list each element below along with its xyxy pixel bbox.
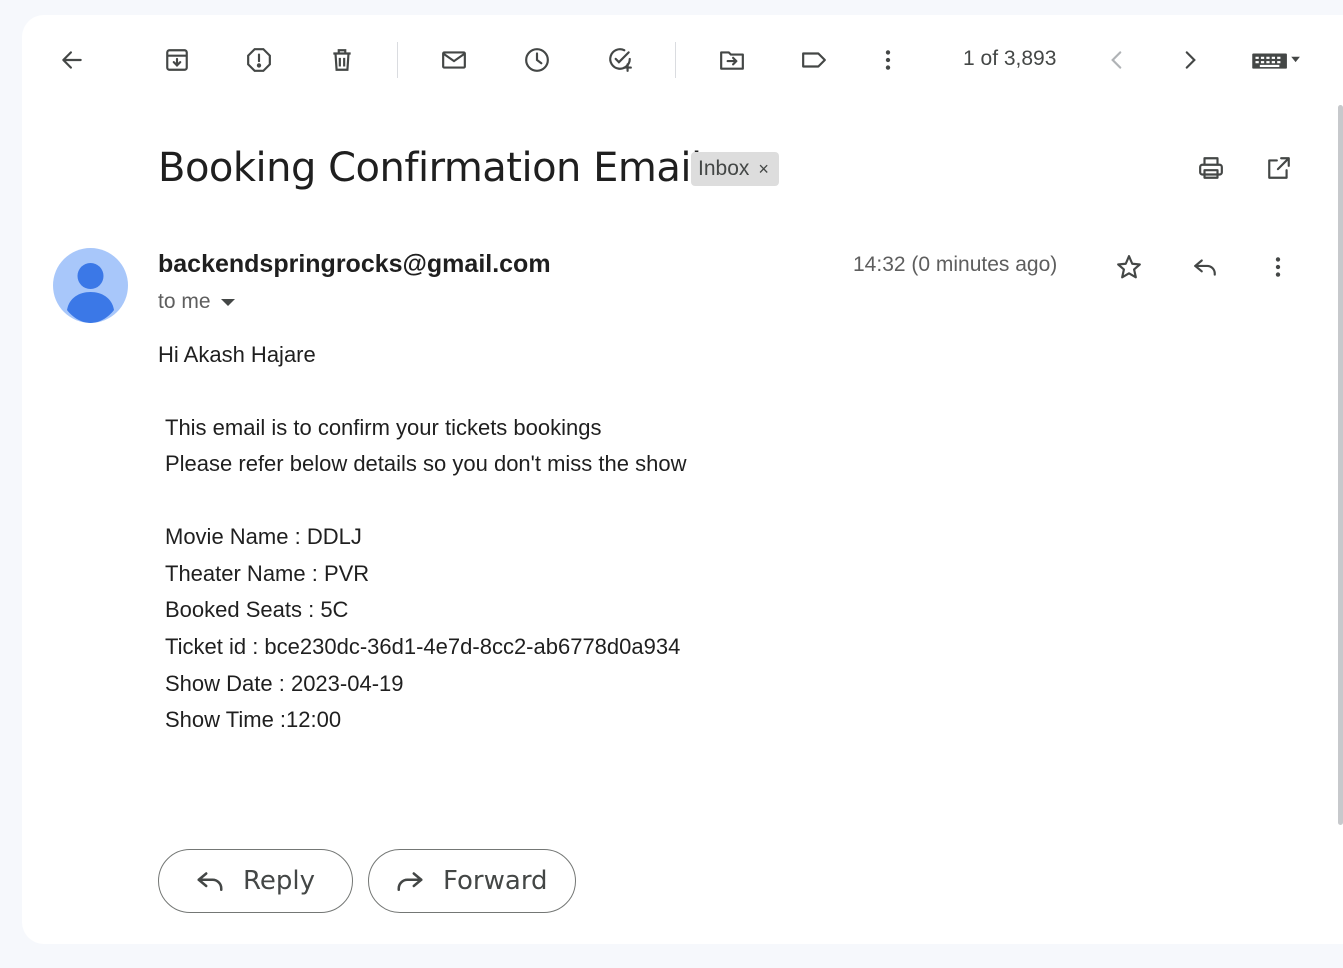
report-spam-icon[interactable] [239, 40, 279, 80]
reply-button[interactable]: Reply [158, 849, 353, 913]
archive-icon[interactable] [157, 40, 197, 80]
toolbar-separator [675, 42, 676, 78]
email-body-line: Please refer below details so you don't … [165, 451, 687, 476]
email-body-line: Movie Name : DDLJ [165, 524, 362, 549]
inbox-label-chip[interactable]: Inbox × [691, 152, 779, 186]
label-text: Inbox [698, 157, 750, 180]
more-vert-icon[interactable] [1258, 247, 1298, 287]
email-greeting: Hi Akash Hajare [158, 342, 316, 367]
forward-icon [397, 872, 423, 891]
caret-down-icon[interactable] [220, 298, 235, 306]
print-icon[interactable] [1191, 148, 1231, 188]
reply-icon[interactable] [1185, 247, 1225, 287]
delete-icon[interactable] [322, 40, 362, 80]
scrollbar[interactable] [1338, 105, 1343, 825]
back-icon[interactable] [52, 40, 92, 80]
email-subject: Booking Confirmation Email [158, 145, 702, 191]
recipient-text: to me [158, 290, 211, 313]
pagination-text: 1 of 3,893 [963, 47, 1057, 70]
chevron-right-icon[interactable] [1170, 40, 1210, 80]
forward-button[interactable]: Forward [368, 849, 576, 913]
email-body-line: Ticket id : bce230dc-36d1-4e7d-8cc2-ab67… [165, 634, 681, 659]
reply-label: Reply [243, 866, 316, 896]
sender-email: backendspringrocks@gmail.com [158, 250, 551, 278]
label-icon[interactable] [794, 40, 834, 80]
mark-unread-icon[interactable] [434, 40, 474, 80]
person-icon [67, 263, 114, 323]
toolbar-separator [397, 42, 398, 78]
email-body-line: Show Date : 2023-04-19 [165, 671, 404, 696]
email-timestamp: 14:32 (0 minutes ago) [853, 253, 1058, 276]
input-tools-keyboard-icon[interactable] [1240, 40, 1310, 80]
email-body-line: Show Time :12:00 [165, 707, 342, 732]
open-in-new-window-icon[interactable] [1259, 148, 1299, 188]
remove-label-icon[interactable]: × [758, 159, 769, 180]
email-body-line: This email is to confirm your tickets bo… [165, 415, 602, 440]
recipient-details[interactable]: to me [158, 290, 235, 314]
sender-avatar[interactable] [53, 248, 128, 323]
email-body-line: Booked Seats : 5C [165, 597, 349, 622]
move-to-icon[interactable] [712, 40, 752, 80]
reply-icon [197, 872, 223, 891]
more-vert-icon[interactable] [868, 40, 908, 80]
add-task-icon[interactable] [600, 40, 640, 80]
forward-label: Forward [443, 866, 548, 896]
chevron-left-icon[interactable] [1097, 40, 1137, 80]
email-body-line: Theater Name : PVR [165, 561, 370, 586]
star-icon[interactable] [1109, 247, 1149, 287]
snooze-icon[interactable] [517, 40, 557, 80]
